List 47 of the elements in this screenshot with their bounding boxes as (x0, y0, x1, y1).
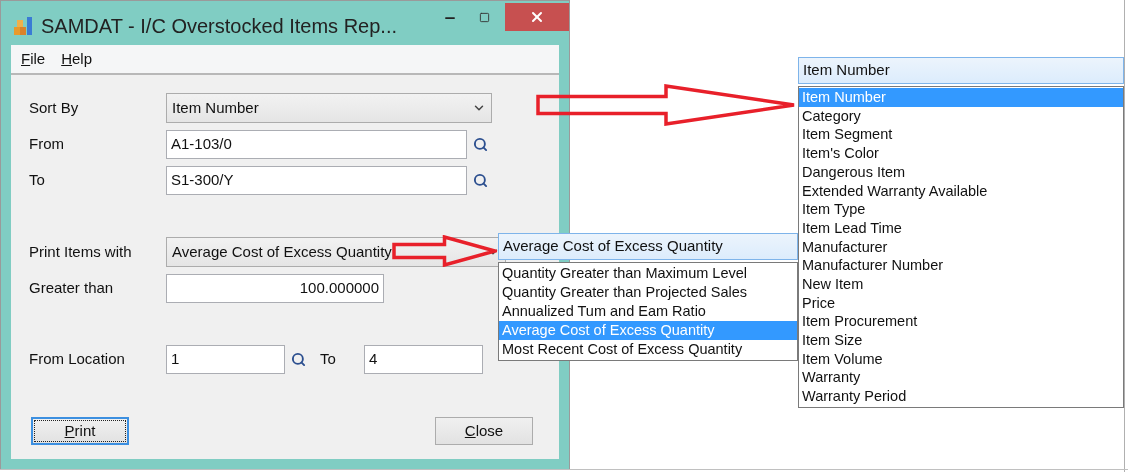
window-title: SAMDAT - I/C Overstocked Items Rep... (41, 14, 397, 39)
dropdown-option[interactable]: Item Lead Time (799, 218, 1123, 238)
field-label: To (29, 169, 46, 190)
dropdown-option[interactable]: Annualized Tum and Eam Ratio (499, 302, 797, 321)
field-label: To (320, 348, 337, 369)
dropdown-option[interactable]: Manufacturer Number (799, 256, 1123, 275)
close-button[interactable] (505, 3, 569, 31)
maximize-icon[interactable] (477, 11, 491, 23)
dropdown-option[interactable]: Item Type (799, 200, 1123, 219)
menu-item[interactable]: File (21, 47, 46, 71)
field-label: From Location (29, 348, 126, 369)
close-icon (529, 9, 545, 25)
dialog-button[interactable]: Close (435, 417, 533, 445)
boxes-icon (13, 15, 33, 37)
search-icon[interactable] (473, 136, 488, 152)
search-icon[interactable] (473, 172, 488, 188)
dropdown-option[interactable]: Dangerous Item (799, 162, 1123, 182)
dropdown-option[interactable]: Price (799, 293, 1123, 313)
search-icon[interactable] (291, 351, 306, 367)
dropdown-option[interactable]: Category (799, 106, 1123, 126)
dropdown-option[interactable]: Quantity Greater than Maximum Level (499, 264, 797, 283)
dropdown-option[interactable]: Item Volume (799, 349, 1123, 369)
dialog-button[interactable]: Print (31, 417, 129, 445)
dropdown-option[interactable]: New Item (799, 274, 1123, 294)
dropdown[interactable]: Item Number (798, 57, 1124, 84)
dropdown-option[interactable]: Manufacturer (799, 237, 1123, 257)
dropdown-option[interactable]: Item Procurement (799, 312, 1123, 331)
input-field[interactable]: A1-103/0 (166, 129, 467, 159)
dropdown-option[interactable]: Item Segment (799, 125, 1123, 145)
field-label: Print Items with (29, 241, 133, 262)
input-field[interactable]: 100.000000 (166, 273, 384, 303)
dropdown-option[interactable]: Most Recent Cost of Excess Quantity (499, 340, 797, 359)
dropdown-option[interactable]: Quantity Greater than Projected Sales (499, 283, 797, 302)
field-label: From (29, 133, 65, 154)
dropdown-option[interactable]: Extended Warranty Available (799, 181, 1123, 201)
field-label: Sort By (29, 97, 80, 118)
input-field[interactable]: S1-300/Y (166, 165, 467, 195)
menu-item[interactable]: Help (61, 47, 93, 71)
dropdown-option[interactable]: Item Size (799, 330, 1123, 350)
field-label: Greater than (29, 277, 115, 298)
dropdown-option[interactable]: Warranty (799, 368, 1123, 387)
input-field[interactable]: 1 (166, 344, 285, 374)
input-field[interactable]: 4 (364, 344, 483, 374)
dropdown[interactable]: Item Number (166, 93, 492, 123)
dropdown-option[interactable]: Item's Color (799, 144, 1123, 163)
dropdown-option[interactable]: Warranty Period (799, 387, 1123, 406)
dropdown[interactable]: Average Cost of Excess Quantity (498, 233, 798, 260)
